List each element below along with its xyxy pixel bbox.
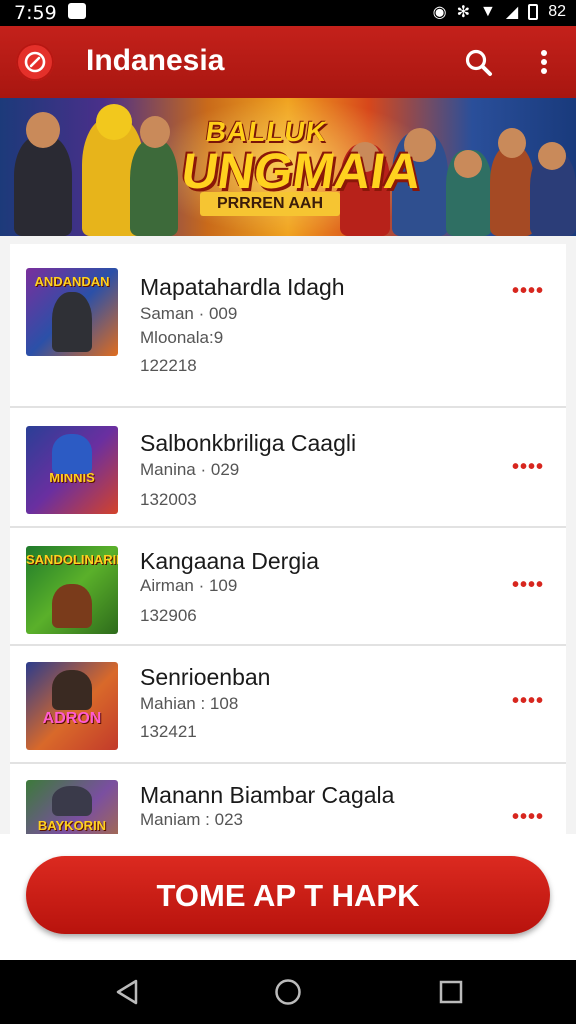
game-title: Kangaana Dergia (140, 548, 320, 574)
game-title: Salbonkbriliga Caagli (140, 430, 357, 456)
game-thumbnail: BAYKORIN (26, 780, 118, 834)
thumbnail-label: BAYKORIN (37, 818, 107, 833)
battery-icon (528, 4, 539, 20)
game-meta-secondary: Mloonala:9 (140, 328, 224, 347)
system-nav-bar (0, 960, 576, 1024)
game-count: 132421 (140, 722, 197, 741)
game-thumbnail: MINNIS (26, 426, 118, 514)
thumbnail-character (52, 292, 92, 352)
game-meta: Airman · 109 (140, 576, 238, 595)
game-count: 122218 (140, 356, 197, 375)
list-item[interactable]: ANDANDAN Mapatahardla Idagh Saman · 009 … (10, 244, 566, 408)
game-thumbnail: ANDANDAN (26, 268, 118, 356)
game-meta: Manina · 029 (140, 460, 240, 479)
alarm-icon: ◉ (432, 4, 447, 21)
thumbnail-character (52, 584, 92, 628)
item-menu-icon[interactable]: •••• (512, 690, 544, 713)
thumbnail-character (52, 434, 92, 474)
cta-button[interactable]: TOME AP T HAPK (26, 856, 550, 934)
item-menu-icon[interactable]: •••• (512, 574, 544, 597)
list-item[interactable]: BAYKORIN Manann Biambar Cagala Maniam : … (10, 764, 566, 834)
wifi-icon: ▼ (480, 3, 496, 20)
more-vert-icon[interactable] (534, 48, 554, 83)
list-item[interactable]: ADRON Senrioenban Mahian : 108 132421 ••… (10, 646, 566, 764)
back-icon[interactable] (114, 978, 140, 1011)
thumbnail-label: ADRON (42, 710, 102, 727)
status-icons: ◉ ✻ ▼ ◢ 82 (433, 2, 566, 22)
signal-icon: ◢ (505, 4, 519, 21)
thumbnail-label: ANDANDAN (34, 274, 110, 289)
list-item[interactable]: MINNIS Salbonkbriliga Caagli Manina · 02… (10, 408, 566, 528)
banner-character-head (96, 104, 132, 140)
status-bar: 7:59 ◉ ✻ ▼ ◢ 82 (0, 0, 576, 26)
bluetooth-icon: ✻ (456, 4, 471, 21)
app-bar: Indanesia (0, 26, 576, 98)
game-title: Mapatahardla Idagh (140, 274, 345, 300)
item-menu-icon[interactable]: •••• (512, 456, 544, 479)
banner-character-head (26, 112, 60, 148)
app-title: Indanesia (86, 44, 225, 77)
thumbnail-character (52, 670, 92, 710)
search-icon[interactable] (464, 48, 494, 83)
game-meta: Maniam : 023 (140, 810, 243, 829)
status-time: 7:59 (14, 2, 57, 24)
game-title: Manann Biambar Cagala (140, 782, 395, 808)
game-meta: Mahian : 108 (140, 694, 239, 713)
banner-subtitle: PRRREN AAH (200, 192, 340, 216)
home-icon[interactable] (274, 978, 302, 1011)
game-meta: Saman · 009 (140, 304, 238, 323)
item-menu-icon[interactable]: •••• (512, 280, 544, 303)
game-list: ANDANDAN Mapatahardla Idagh Saman · 009 … (10, 244, 566, 834)
banner-character-head (140, 116, 170, 148)
notification-icon (68, 3, 86, 19)
game-thumbnail: ADRON (26, 662, 118, 750)
app-logo-icon[interactable] (16, 43, 54, 81)
banner-character (490, 146, 534, 236)
battery-level: 82 (548, 3, 566, 20)
thumbnail-label: SANDOLINARIN (26, 552, 118, 567)
banner-character-head (454, 150, 482, 178)
list-item[interactable]: SANDOLINARIN Kangaana Dergia Airman · 10… (10, 528, 566, 646)
banner-character-head (498, 128, 526, 158)
promo-banner[interactable]: BALLUK UNGMAIA PRRREN AAH (0, 98, 576, 236)
game-count: 132906 (140, 606, 197, 625)
banner-character (14, 136, 72, 236)
game-title: Senrioenban (140, 664, 271, 690)
banner-character (130, 140, 178, 236)
item-menu-icon[interactable]: •••• (512, 806, 544, 829)
game-thumbnail: SANDOLINARIN (26, 546, 118, 634)
thumbnail-character (52, 786, 92, 816)
banner-character-head (538, 142, 566, 170)
recents-icon[interactable] (438, 978, 464, 1011)
game-count: 132003 (140, 490, 197, 509)
